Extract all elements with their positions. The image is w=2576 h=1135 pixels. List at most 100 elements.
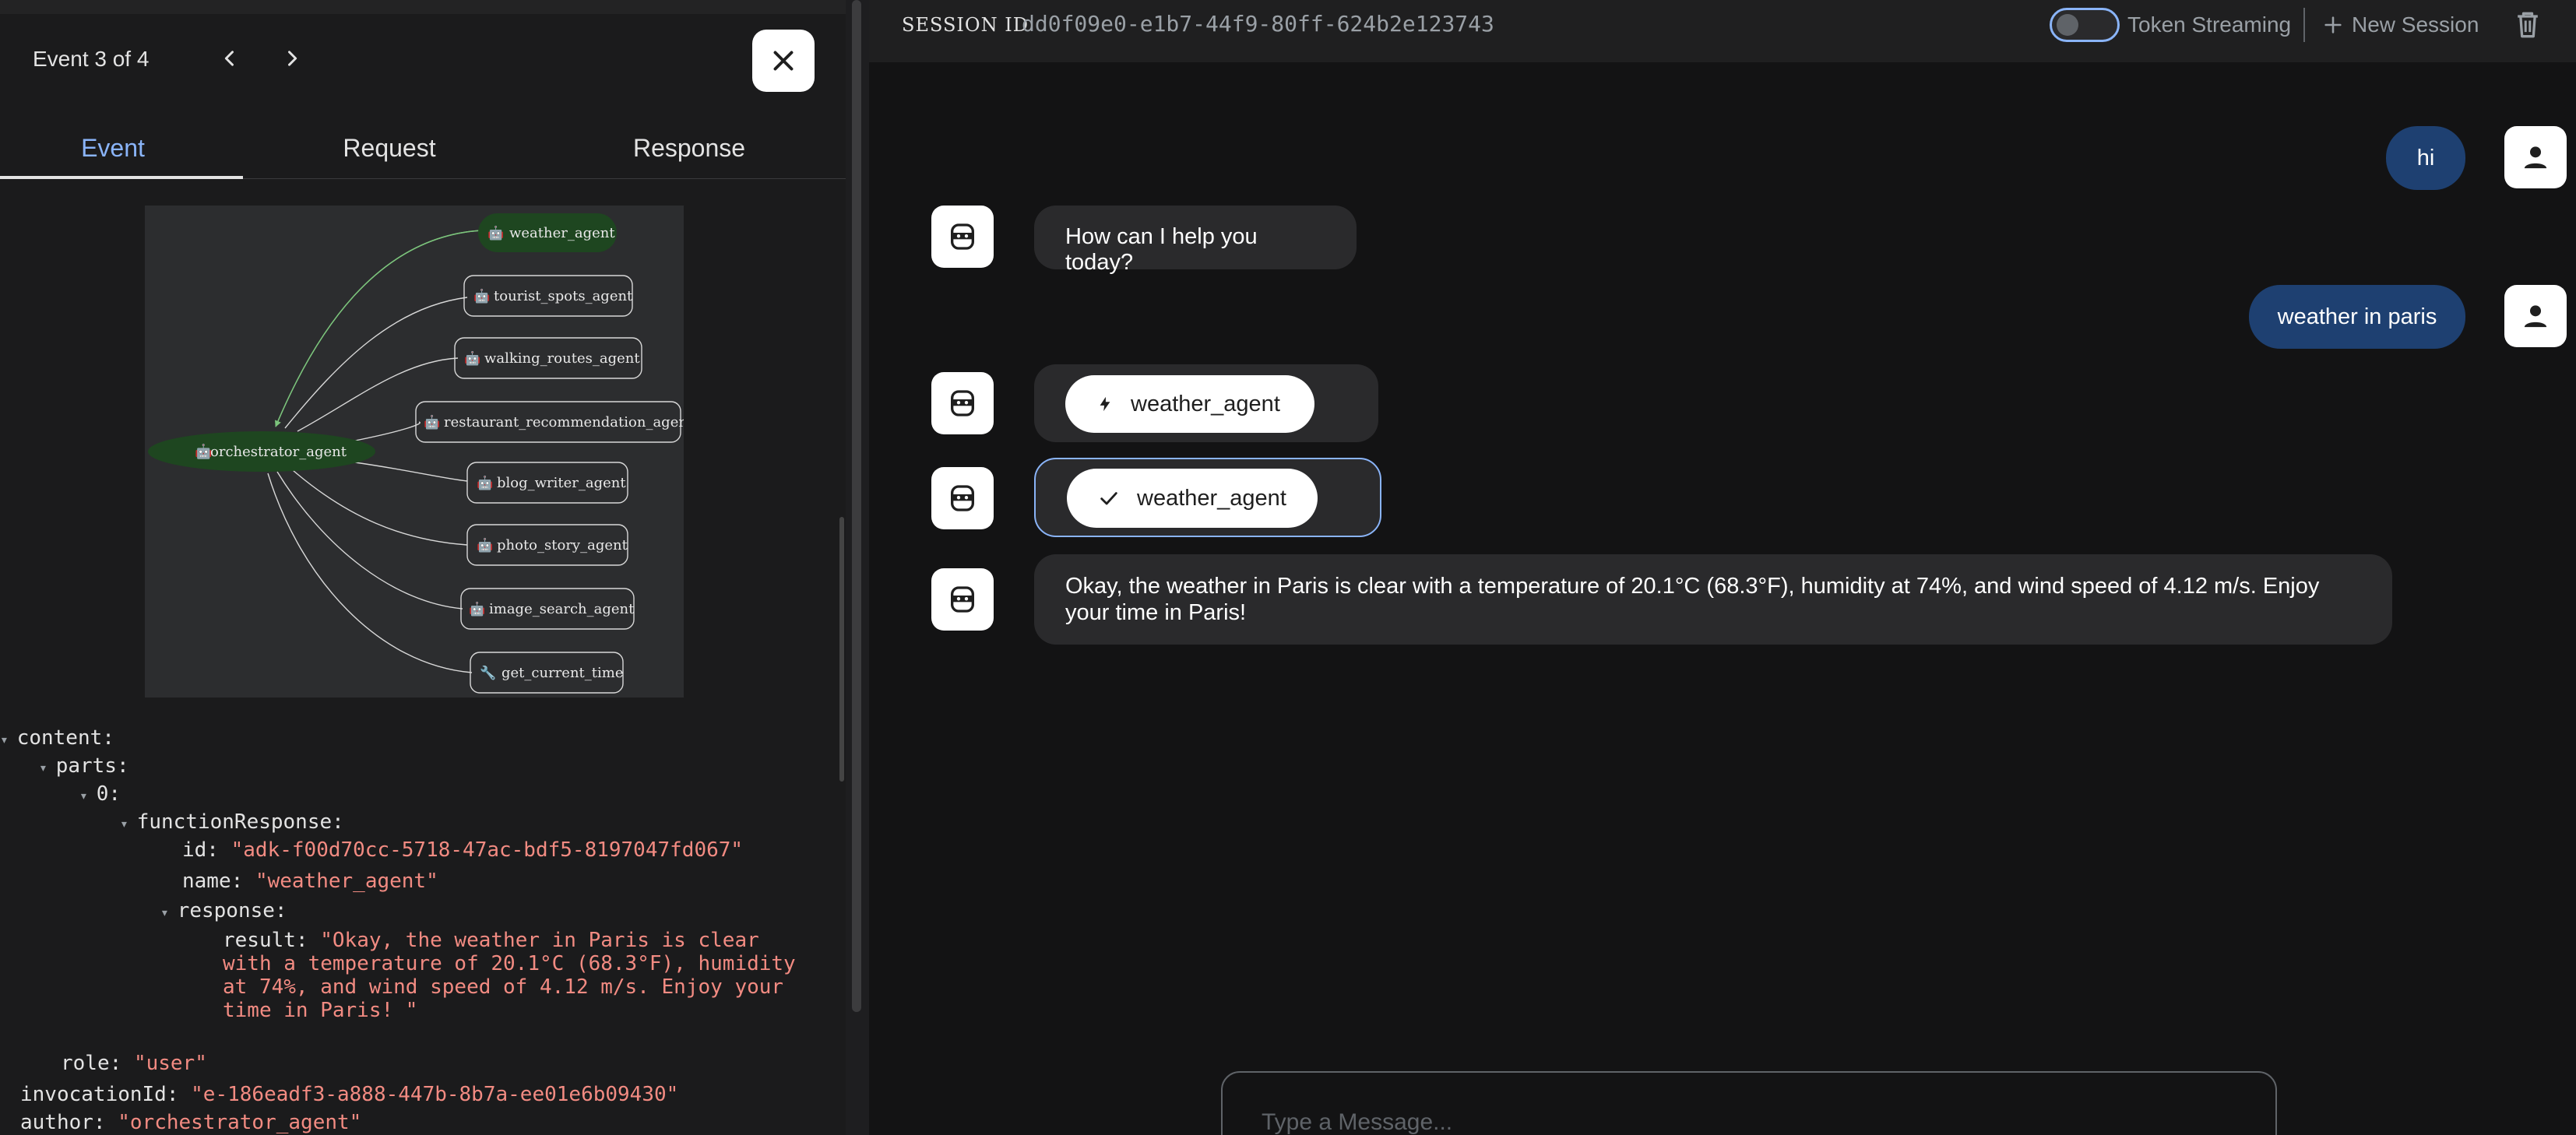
json-key-content: content: <box>16 726 114 750</box>
node-label-orchestrator: orchestrator_agent <box>210 444 347 460</box>
tab-request[interactable]: Request <box>243 117 536 179</box>
bot-avatar <box>931 206 994 268</box>
node-label-weather: weather_agent <box>509 225 615 241</box>
json-value-result-line: time in Paris! " <box>223 999 418 1022</box>
user-message-bubble: hi <box>2386 126 2465 190</box>
panel-topbar <box>0 0 846 14</box>
event-inspector-panel: Event 3 of 4 Event Request Response 🤖 or… <box>0 0 846 1135</box>
node-label-tourist: tourist_spots_agent <box>494 288 633 304</box>
chat-panel: SESSION ID dd0f09e0-e1b7-44f9-80ff-624b2… <box>869 0 2576 1135</box>
json-value-result-line: at 74%, and wind speed of 4.12 m/s. Enjo… <box>223 975 784 999</box>
svg-text:🤖: 🤖 <box>477 475 493 491</box>
app-root: Event 3 of 4 Event Request Response 🤖 or… <box>0 0 2576 1135</box>
node-label-photo: photo_story_agent <box>497 537 628 553</box>
active-tab-indicator <box>0 176 243 179</box>
toggle-knob <box>2057 14 2078 36</box>
delete-session-button[interactable] <box>2511 8 2545 42</box>
tab-response[interactable]: Response <box>537 117 841 179</box>
function-call-chip[interactable]: weather_agent <box>1065 375 1314 433</box>
robot-icon <box>951 390 974 416</box>
edge-weather <box>275 230 482 427</box>
robot-icon <box>951 586 974 613</box>
node-label-time: get_current_time <box>501 665 623 681</box>
node-label-image: image_search_agent <box>489 601 635 617</box>
plus-icon <box>2324 16 2342 33</box>
tab-event[interactable]: Event <box>0 117 226 179</box>
json-key-invocationid: invocationId: <box>20 1083 179 1106</box>
collapse-toggle-icon[interactable]: ▾ <box>160 905 178 921</box>
svg-text:🔧: 🔧 <box>480 665 496 681</box>
collapse-toggle-icon[interactable]: ▾ <box>0 732 17 748</box>
message-input-container <box>1221 1071 2277 1135</box>
inspector-tabs: Event Request Response <box>0 117 846 179</box>
function-response-chip[interactable]: weather_agent <box>1067 469 1318 528</box>
function-call-bubble: weather_agent <box>1034 364 1378 442</box>
robot-icon <box>951 485 974 511</box>
json-value-result-line: with a temperature of 20.1°C (68.3°F), h… <box>223 952 796 975</box>
edge-tourist <box>284 297 468 429</box>
json-value-name: "weather_agent" <box>255 870 438 893</box>
next-event-button[interactable] <box>276 42 308 75</box>
json-key-role: role: <box>61 1052 122 1075</box>
token-streaming-label: Token Streaming <box>2127 12 2292 37</box>
trash-icon <box>2518 12 2538 38</box>
function-response-bubble: weather_agent <box>1034 458 1381 537</box>
close-panel-button[interactable] <box>752 30 815 92</box>
bot-message-bubble: Okay, the weather in Paris is clear with… <box>1034 554 2392 645</box>
json-value-id: "adk-f00d70cc-5718-47ac-bdf5-8197047fd06… <box>231 838 744 862</box>
json-key-author: author: <box>20 1111 106 1134</box>
panel-scrollbar[interactable] <box>839 517 844 782</box>
node-label-restaurant: restaurant_recommendation_agent <box>444 414 684 430</box>
chevron-left-icon <box>224 51 234 66</box>
svg-text:🤖: 🤖 <box>473 288 490 304</box>
header-divider <box>2303 8 2305 42</box>
session-id-value: dd0f09e0-e1b7-44f9-80ff-624b2e123743 <box>1022 11 1494 37</box>
json-key-name: name: <box>182 870 244 893</box>
svg-text:🤖: 🤖 <box>477 537 493 553</box>
edge-weather-arrow <box>275 230 482 427</box>
node-label-blog: blog_writer_agent <box>497 475 626 491</box>
edge-blog <box>354 462 468 482</box>
svg-text:🤖: 🤖 <box>424 414 440 430</box>
bot-message-bubble: How can I help you today? <box>1034 206 1357 275</box>
user-avatar <box>2504 285 2567 347</box>
person-icon <box>2524 146 2547 169</box>
user-message-bubble: weather in paris <box>2249 285 2465 349</box>
new-session-label: New Session <box>2352 12 2479 37</box>
node-label-walking: walking_routes_agent <box>484 350 640 367</box>
edge-restaurant <box>354 421 421 441</box>
json-key-response: response: <box>177 899 287 922</box>
json-key-result: result: <box>223 929 308 952</box>
edge-image <box>276 471 463 610</box>
json-value-invocationid: "e-186eadf3-a888-447b-8b7a-ee01e6b09430" <box>191 1083 679 1106</box>
bot-avatar <box>931 568 994 631</box>
edge-photo <box>292 469 468 546</box>
svg-text:🤖: 🤖 <box>469 601 485 617</box>
session-header: SESSION ID dd0f09e0-e1b7-44f9-80ff-624b2… <box>869 0 2576 62</box>
json-value-result-line: "Okay, the weather in Paris is clear <box>320 929 759 952</box>
chevron-right-icon <box>288 51 297 66</box>
collapse-toggle-icon[interactable]: ▾ <box>79 788 97 804</box>
close-icon <box>773 51 794 71</box>
json-value-author: "orchestrator_agent" <box>118 1111 362 1134</box>
token-streaming-toggle[interactable] <box>2050 8 2120 42</box>
bot-avatar <box>931 467 994 529</box>
new-session-button[interactable]: New Session <box>2322 8 2479 42</box>
json-key-parts: parts: <box>55 754 129 778</box>
function-response-name: weather_agent <box>1137 485 1286 511</box>
json-key-id: id: <box>182 838 219 862</box>
svg-text:🤖: 🤖 <box>464 350 480 367</box>
function-call-name: weather_agent <box>1131 391 1280 416</box>
collapse-toggle-icon[interactable]: ▾ <box>120 816 137 832</box>
previous-event-button[interactable] <box>213 42 246 75</box>
person-icon <box>2524 305 2547 328</box>
message-input[interactable] <box>1262 1105 2227 1135</box>
check-icon <box>1100 492 1117 505</box>
collapse-toggle-icon[interactable]: ▾ <box>39 760 56 776</box>
json-key-index: 0: <box>96 782 121 806</box>
splitter-handle[interactable] <box>852 0 861 1012</box>
json-value-role: "user" <box>133 1052 207 1075</box>
event-counter: Event 3 of 4 <box>33 47 150 71</box>
bolt-icon <box>1100 396 1110 412</box>
bot-avatar <box>931 372 994 434</box>
